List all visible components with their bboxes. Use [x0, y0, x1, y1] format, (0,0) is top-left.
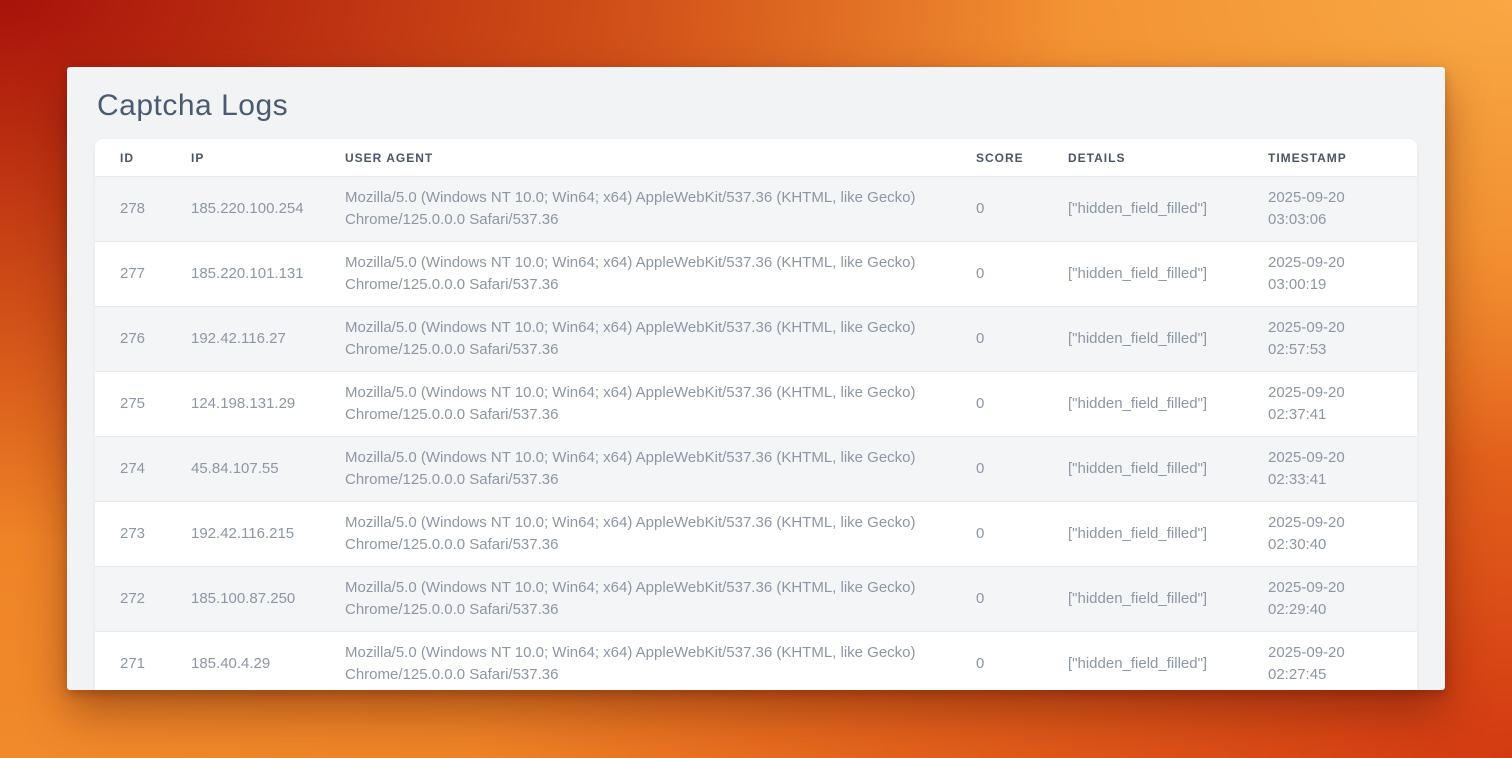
- table-header-row: ID IP USER AGENT SCORE DETAILS TIMESTAMP: [95, 139, 1417, 177]
- table-header: ID IP USER AGENT SCORE DETAILS TIMESTAMP: [95, 139, 1417, 177]
- column-header-useragent: USER AGENT: [320, 139, 951, 177]
- cell-timestamp: 2025-09-20 02:27:45: [1243, 632, 1417, 691]
- cell-ip: 124.198.131.29: [166, 372, 320, 437]
- cell-details: ["hidden_field_filled"]: [1043, 632, 1243, 691]
- column-header-id: ID: [95, 139, 166, 177]
- cell-ip: 185.40.4.29: [166, 632, 320, 691]
- cell-user-agent: Mozilla/5.0 (Windows NT 10.0; Win64; x64…: [320, 242, 951, 307]
- cell-timestamp: 2025-09-20 03:03:06: [1243, 177, 1417, 242]
- cell-ip: 45.84.107.55: [166, 437, 320, 502]
- table-body: 278 185.220.100.254 Mozilla/5.0 (Windows…: [95, 177, 1417, 691]
- cell-id: 277: [95, 242, 166, 307]
- cell-score: 0: [951, 567, 1043, 632]
- logs-table: ID IP USER AGENT SCORE DETAILS TIMESTAMP…: [95, 139, 1417, 690]
- cell-timestamp: 2025-09-20 02:57:53: [1243, 307, 1417, 372]
- cell-timestamp: 2025-09-20 03:00:19: [1243, 242, 1417, 307]
- column-header-score: SCORE: [951, 139, 1043, 177]
- cell-details: ["hidden_field_filled"]: [1043, 437, 1243, 502]
- cell-details: ["hidden_field_filled"]: [1043, 502, 1243, 567]
- logs-table-container: ID IP USER AGENT SCORE DETAILS TIMESTAMP…: [95, 139, 1417, 690]
- column-header-ip: IP: [166, 139, 320, 177]
- cell-ip: 192.42.116.215: [166, 502, 320, 567]
- cell-details: ["hidden_field_filled"]: [1043, 372, 1243, 437]
- table-row: 271 185.40.4.29 Mozilla/5.0 (Windows NT …: [95, 632, 1417, 691]
- cell-score: 0: [951, 502, 1043, 567]
- cell-ip: 185.220.100.254: [166, 177, 320, 242]
- cell-user-agent: Mozilla/5.0 (Windows NT 10.0; Win64; x64…: [320, 177, 951, 242]
- cell-id: 278: [95, 177, 166, 242]
- cell-id: 276: [95, 307, 166, 372]
- table-row: 277 185.220.101.131 Mozilla/5.0 (Windows…: [95, 242, 1417, 307]
- cell-details: ["hidden_field_filled"]: [1043, 242, 1243, 307]
- column-header-details: DETAILS: [1043, 139, 1243, 177]
- cell-id: 272: [95, 567, 166, 632]
- cell-user-agent: Mozilla/5.0 (Windows NT 10.0; Win64; x64…: [320, 502, 951, 567]
- page-title: Captcha Logs: [97, 89, 1415, 123]
- cell-id: 274: [95, 437, 166, 502]
- cell-user-agent: Mozilla/5.0 (Windows NT 10.0; Win64; x64…: [320, 567, 951, 632]
- cell-details: ["hidden_field_filled"]: [1043, 567, 1243, 632]
- page-background: { "page": { "title": "Captcha Logs" }, "…: [0, 0, 1512, 758]
- table-row: 273 192.42.116.215 Mozilla/5.0 (Windows …: [95, 502, 1417, 567]
- cell-timestamp: 2025-09-20 02:30:40: [1243, 502, 1417, 567]
- cell-id: 273: [95, 502, 166, 567]
- cell-score: 0: [951, 242, 1043, 307]
- cell-details: ["hidden_field_filled"]: [1043, 307, 1243, 372]
- captcha-logs-card: Captcha Logs ID IP USER AGENT SCORE DETA…: [67, 67, 1445, 690]
- cell-ip: 185.100.87.250: [166, 567, 320, 632]
- cell-score: 0: [951, 437, 1043, 502]
- cell-user-agent: Mozilla/5.0 (Windows NT 10.0; Win64; x64…: [320, 437, 951, 502]
- cell-user-agent: Mozilla/5.0 (Windows NT 10.0; Win64; x64…: [320, 632, 951, 691]
- cell-details: ["hidden_field_filled"]: [1043, 177, 1243, 242]
- cell-user-agent: Mozilla/5.0 (Windows NT 10.0; Win64; x64…: [320, 307, 951, 372]
- cell-id: 271: [95, 632, 166, 691]
- cell-score: 0: [951, 177, 1043, 242]
- cell-id: 275: [95, 372, 166, 437]
- table-row: 275 124.198.131.29 Mozilla/5.0 (Windows …: [95, 372, 1417, 437]
- cell-timestamp: 2025-09-20 02:37:41: [1243, 372, 1417, 437]
- table-row: 278 185.220.100.254 Mozilla/5.0 (Windows…: [95, 177, 1417, 242]
- cell-timestamp: 2025-09-20 02:29:40: [1243, 567, 1417, 632]
- cell-score: 0: [951, 632, 1043, 691]
- cell-ip: 192.42.116.27: [166, 307, 320, 372]
- table-row: 276 192.42.116.27 Mozilla/5.0 (Windows N…: [95, 307, 1417, 372]
- table-row: 274 45.84.107.55 Mozilla/5.0 (Windows NT…: [95, 437, 1417, 502]
- cell-score: 0: [951, 307, 1043, 372]
- cell-user-agent: Mozilla/5.0 (Windows NT 10.0; Win64; x64…: [320, 372, 951, 437]
- cell-score: 0: [951, 372, 1043, 437]
- column-header-timestamp: TIMESTAMP: [1243, 139, 1417, 177]
- cell-timestamp: 2025-09-20 02:33:41: [1243, 437, 1417, 502]
- table-row: 272 185.100.87.250 Mozilla/5.0 (Windows …: [95, 567, 1417, 632]
- cell-ip: 185.220.101.131: [166, 242, 320, 307]
